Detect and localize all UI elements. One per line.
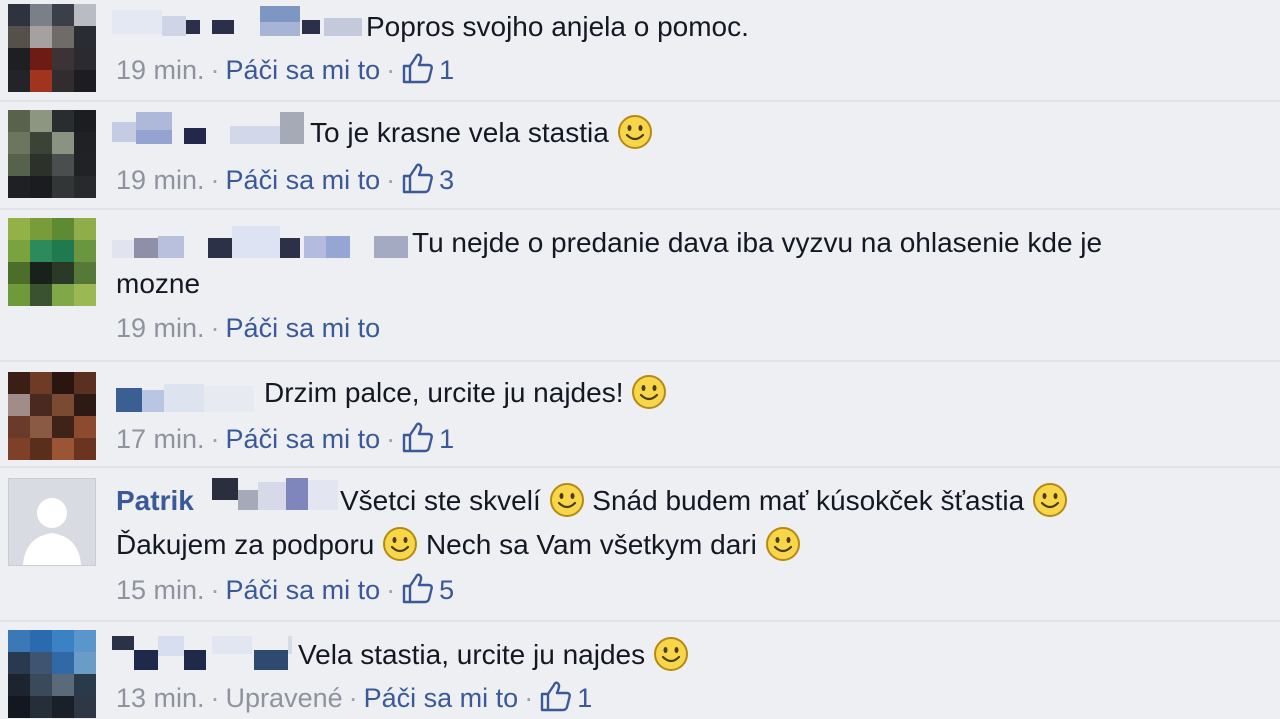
avatar[interactable] <box>8 218 96 306</box>
separator: · <box>386 55 396 85</box>
comment-meta: 13 min. · Upravené · Páči sa mi to · 1 <box>116 680 592 716</box>
comment-text: Popros svojho anjela o pomoc. <box>366 6 749 48</box>
like-link[interactable]: Páči sa mi to <box>226 165 381 195</box>
author-name[interactable] <box>112 380 262 416</box>
like-link[interactable]: Páči sa mi to <box>226 575 381 605</box>
separator: · <box>210 55 220 85</box>
like-link[interactable]: Páči sa mi to <box>226 424 381 454</box>
timestamp[interactable]: 19 min. <box>116 55 205 85</box>
timestamp[interactable]: 19 min. <box>116 165 205 195</box>
comment-text: Drzim palce, urcite ju najdes! <box>264 372 667 414</box>
author-surname[interactable] <box>212 476 338 512</box>
like-count[interactable]: 1 <box>439 424 454 454</box>
default-avatar-icon[interactable] <box>8 478 96 566</box>
divider <box>0 620 1280 622</box>
divider <box>0 100 1280 102</box>
thumbs-up-icon[interactable] <box>401 162 435 194</box>
separator: · <box>386 575 396 605</box>
comment-meta: 19 min. · Páči sa mi to <box>116 310 380 346</box>
separator: · <box>210 165 220 195</box>
comment-text: To je krasne vela stastia <box>310 112 653 154</box>
avatar[interactable] <box>8 372 96 460</box>
like-count[interactable]: 1 <box>439 55 454 85</box>
edited-label[interactable]: Upravené <box>226 683 343 713</box>
smiley-emoji-icon <box>631 374 667 410</box>
like-link[interactable]: Páči sa mi to <box>226 313 381 343</box>
author-name[interactable] <box>112 636 292 672</box>
comment-meta: 17 min. · Páči sa mi to · 1 <box>116 421 454 457</box>
comment-body: Drzim palce, urcite ju najdes! <box>264 377 624 408</box>
comment-text-continued: mozne <box>116 263 200 305</box>
comment-text: Všetci ste skvelí Snád budem mať kúsokče… <box>340 480 1068 522</box>
separator: · <box>348 683 358 713</box>
separator: · <box>386 424 396 454</box>
separator: · <box>210 313 220 343</box>
smiley-emoji-icon <box>653 636 689 672</box>
thumbs-up-icon[interactable] <box>539 680 573 712</box>
comment-text-continued: Ďakujem za podporu Nech sa Vam všetkym d… <box>116 524 801 566</box>
separator: · <box>210 424 220 454</box>
smiley-emoji-icon <box>549 482 585 518</box>
author-name[interactable] <box>112 112 308 148</box>
author-name[interactable] <box>112 4 364 40</box>
comment-body: Popros svojho anjela o pomoc. <box>366 11 749 42</box>
like-count[interactable]: 1 <box>577 683 592 713</box>
avatar[interactable] <box>8 4 96 92</box>
comment-meta: 19 min. · Páči sa mi to · 3 <box>116 162 454 198</box>
like-count[interactable]: 5 <box>439 575 454 605</box>
comment-text: Tu nejde o predanie dava iba vyzvu na oh… <box>412 222 1102 264</box>
separator: · <box>524 683 534 713</box>
comment-meta: 19 min. · Páči sa mi to · 1 <box>116 52 454 88</box>
avatar[interactable] <box>8 630 96 718</box>
divider <box>0 466 1280 468</box>
like-link[interactable]: Páči sa mi to <box>226 55 381 85</box>
comment-body: Snád budem mať kúsokček šťastia <box>592 485 1025 516</box>
comment-body: Vela stastia, urcite ju najdes <box>298 639 646 670</box>
separator: · <box>210 683 220 713</box>
timestamp[interactable]: 13 min. <box>116 683 205 713</box>
thumbs-up-icon[interactable] <box>401 572 435 604</box>
like-link[interactable]: Páči sa mi to <box>364 683 519 713</box>
divider <box>0 360 1280 362</box>
author-name[interactable] <box>112 226 408 262</box>
comment-body: mozne <box>116 268 201 299</box>
timestamp[interactable]: 17 min. <box>116 424 205 454</box>
smiley-emoji-icon <box>617 114 653 150</box>
comment-body: Všetci ste skvelí <box>340 485 541 516</box>
smiley-emoji-icon <box>765 526 801 562</box>
author-name[interactable]: Patrik <box>116 485 194 516</box>
timestamp[interactable]: 19 min. <box>116 313 205 343</box>
smiley-emoji-icon <box>1032 482 1068 518</box>
comment-text: Patrik <box>116 480 194 522</box>
separator: · <box>386 165 396 195</box>
thumbs-up-icon[interactable] <box>401 52 435 84</box>
timestamp[interactable]: 15 min. <box>116 575 205 605</box>
separator: · <box>210 575 220 605</box>
divider <box>0 208 1280 210</box>
like-count[interactable]: 3 <box>439 165 454 195</box>
comment-text: Vela stastia, urcite ju najdes <box>298 634 689 676</box>
smiley-emoji-icon <box>382 526 418 562</box>
comment-body: To je krasne vela stastia <box>310 117 609 148</box>
comment-meta: 15 min. · Páči sa mi to · 5 <box>116 572 454 608</box>
comment-body: Ďakujem za podporu <box>116 529 375 560</box>
comment-body: Nech sa Vam všetkym dari <box>425 529 757 560</box>
comment-body: Tu nejde o predanie dava iba vyzvu na oh… <box>412 227 1103 258</box>
avatar[interactable] <box>8 110 96 198</box>
thumbs-up-icon[interactable] <box>401 421 435 453</box>
